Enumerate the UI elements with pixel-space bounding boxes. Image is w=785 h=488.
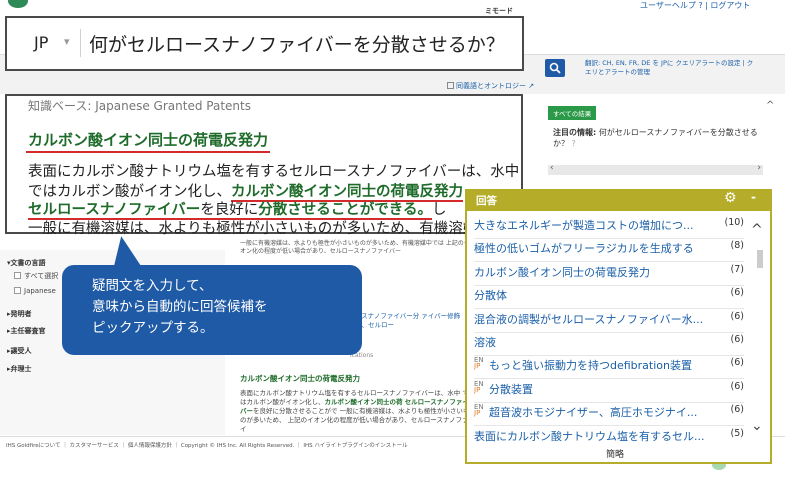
gear-icon[interactable]: ⚙	[724, 190, 737, 206]
answer-count: (6)	[730, 334, 744, 345]
answer-count: (6)	[730, 404, 744, 416]
snippet-highlight: カルボン酸イオン同士の荷	[324, 398, 403, 406]
translation-info[interactable]: 翻訳: CH, EN, FR, DE を JPに クエリアラートの設定 | クエ…	[585, 59, 755, 77]
inventor-filter[interactable]: ▸発明者	[7, 309, 32, 319]
callout-line: 意味から自動的に回答候補を	[92, 299, 268, 315]
result-title[interactable]: カルボン酸イオン同士の荷電反発力	[28, 129, 268, 150]
answer-count: (6)	[730, 380, 744, 392]
result-line: 表面にカルボン酸ナトリウム塩を有するセルロースナノファイバーは、水中	[28, 164, 520, 180]
answer-count: (6)	[730, 357, 744, 369]
collapse-button[interactable]: -	[751, 190, 756, 204]
japanese-checkbox[interactable]	[14, 287, 21, 294]
thesaurus-checkbox[interactable]	[447, 82, 454, 89]
answer-count: (6)	[730, 287, 744, 299]
result-snippet: 一般に有機溶媒は、水よりも極性が小さいものが多いため、有機溶媒中では 上記のイオ…	[240, 240, 470, 255]
japanese-label: Japanese	[24, 287, 56, 295]
scroll-right-icon[interactable]: ›	[757, 163, 761, 173]
result-line: 一般に有機溶媒は、水よりも極性が小さいものが多いため、有機溶媒	[28, 221, 478, 237]
help-icon[interactable]: ?	[572, 139, 576, 148]
attention-label: 注目の情報:	[553, 128, 597, 137]
search-icon	[549, 62, 561, 74]
result-line: セルロースナノファイバーを良好に分散させることができる。し	[28, 198, 447, 220]
lang-japanese[interactable]: Japanese	[14, 287, 56, 295]
answer-item[interactable]: カルボン酸イオン同士の荷電反発力 (7)	[474, 264, 744, 286]
scrollbar-thumb[interactable]	[757, 250, 763, 268]
answer-label[interactable]: 極性の低いゴムがフリーラジカルを生成する	[474, 240, 694, 256]
answer-item[interactable]: 混合液の調製がセルロースナノファイバー水... (6)	[474, 311, 744, 333]
answer-count: (10)	[724, 217, 744, 228]
answer-label[interactable]: もっと強い振動力を持つdefibration装置	[489, 357, 692, 373]
examiner-filter[interactable]: ▸主任審査官	[7, 326, 46, 336]
answer-item[interactable]: 溶液 (6)	[474, 334, 744, 356]
answer-label[interactable]: 分散装置	[489, 381, 533, 397]
patent-attorney-filter[interactable]: ▸弁理士	[7, 364, 32, 374]
title-underline	[26, 151, 270, 153]
select-all-label: すべて選択	[24, 272, 59, 280]
line-part: し	[431, 202, 447, 218]
translation-icon: EN JP	[474, 380, 484, 394]
callout-text: 疑問文を入力して、 意味から自動的に回答候補を ピックアップする。	[92, 276, 352, 339]
answer-count: (7)	[730, 263, 744, 275]
result-snippet: 表面にカルボン酸ナトリウム塩を有するセルロースナノファイバーは、水中 ではカルボ…	[240, 389, 475, 434]
answer-label[interactable]: 混合液の調製がセルロースナノファイバー水...	[474, 311, 703, 327]
answer-item[interactable]: EN JP もっと強い振動力を持つdefibration装置 (6)	[474, 357, 744, 380]
horizontal-scrollbar[interactable]: ‹ ›	[548, 163, 763, 175]
scroll-left-icon[interactable]: ‹	[550, 163, 554, 173]
translation-icon: EN JP	[474, 357, 484, 371]
answer-label[interactable]: 大きなエネルギーが製造コストの増加につ...	[474, 217, 694, 233]
result-title[interactable]: カルボン酸イオン同士の荷電反発力	[240, 373, 360, 384]
scroll-up-icon[interactable]: ^	[751, 222, 763, 238]
result-snippet: ースナノファイバー分 ァイバー修飾体、セルロー	[355, 312, 461, 329]
callout-line: 疑問文を入力して、	[92, 278, 213, 294]
lang-filter-heading[interactable]: ▾文書の言語	[7, 258, 46, 268]
thesaurus-option[interactable]: 同義語とオントロジー ↗	[447, 81, 534, 91]
answer-item[interactable]: 極性の低いゴムがフリーラジカルを生成する (8)	[474, 240, 744, 263]
select-all-checkbox[interactable]	[14, 272, 21, 279]
answer-count: (6)	[730, 310, 744, 322]
answer-label[interactable]: 超音波ホモジナイザー、高圧ホモジナイ...	[489, 404, 697, 420]
answers-title: 回答	[476, 195, 497, 207]
answer-item[interactable]: 大きなエネルギーが製造コストの増加につ... (10)	[474, 217, 744, 239]
app-logo	[8, 0, 28, 8]
answer-label[interactable]: 分散体	[474, 287, 507, 303]
mode-label: ミモード	[485, 7, 513, 15]
answer-label[interactable]: 表面にカルボン酸ナトリウム塩を有するセル...	[474, 428, 705, 444]
answer-item[interactable]: 分散体 (6)	[474, 287, 744, 310]
callout-line: ピックアップする。	[92, 320, 214, 336]
user-links[interactable]: ユーザーヘルプ ? | ログアウト	[640, 0, 750, 11]
external-link-icon: ↗	[528, 82, 535, 90]
language-select[interactable]: JP	[34, 33, 48, 52]
answer-item[interactable]: EN JP 超音波ホモジナイザー、高圧ホモジナイ... (6)	[474, 404, 744, 427]
search-button[interactable]	[545, 59, 565, 77]
answer-label[interactable]: カルボン酸イオン同士の荷電反発力	[474, 264, 650, 280]
question-input[interactable]: 何がセルロースナノファイバーを分散させるか？	[89, 30, 505, 57]
divider	[80, 29, 81, 57]
answer-count: (8)	[730, 240, 744, 252]
answers-compact-toggle[interactable]: 簡略	[606, 447, 624, 460]
lang-select-all[interactable]: すべて選択	[14, 271, 58, 281]
answer-label[interactable]: 溶液	[474, 334, 496, 350]
knowledge-base-source: 知識ベース: Japanese Granted Patents	[28, 99, 251, 113]
attention-info: 注目の情報: 何がセルロースナノファイバーを分散させるか？ ?	[553, 127, 763, 149]
scroll-up-icon[interactable]: ^	[766, 100, 774, 111]
chevron-down-icon[interactable]: ⌄	[751, 418, 763, 434]
chevron-down-icon[interactable]: ▾	[64, 35, 70, 48]
answer-count: (5)	[730, 427, 744, 439]
assignee-filter[interactable]: ▸譲受人	[7, 346, 32, 356]
translation-icon: EN JP	[474, 404, 484, 418]
snippet-part: を良好に分散させることがで 一般に有機溶媒は、水よりも極性が小さいものが多いため…	[240, 407, 470, 433]
answer-item[interactable]: EN JP 分散装置 (6)	[474, 381, 744, 403]
all-results-tab[interactable]: すべての結果	[548, 106, 597, 120]
thesaurus-label: 同義語とオントロジー	[456, 82, 526, 90]
